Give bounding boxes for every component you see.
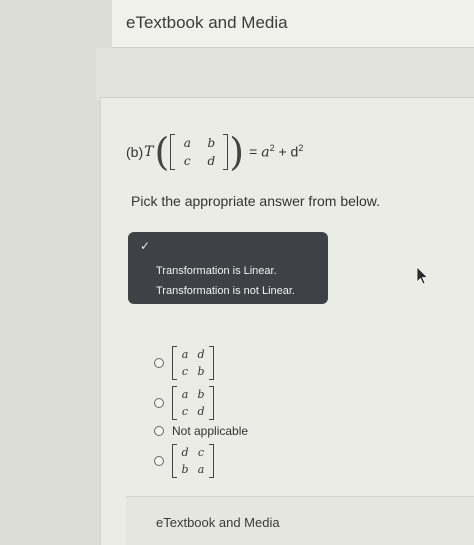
answer-option-3[interactable]: Not applicable — [154, 424, 248, 438]
input-matrix: a b c d — [170, 134, 229, 170]
answer-option-4[interactable]: d c b a — [154, 444, 214, 478]
plus-sign: + — [278, 143, 287, 160]
matrix-entry: a — [181, 348, 189, 361]
matrix-entry: d — [197, 348, 205, 361]
exponent: 2 — [298, 143, 304, 154]
rhs-a: a — [261, 144, 270, 161]
answer-option-2[interactable]: a b c d — [154, 386, 214, 420]
radio-button[interactable] — [154, 358, 164, 368]
option-matrix: a d c b — [172, 346, 214, 380]
dropdown-option-linear[interactable]: Transformation is Linear. — [156, 265, 277, 277]
matrix-entry: d — [181, 446, 189, 459]
header-title: eTextbook and Media — [126, 13, 288, 32]
radio-button[interactable] — [154, 426, 164, 436]
function-name: T — [144, 144, 154, 160]
matrix-entry: a — [197, 463, 205, 476]
matrix-entry: a — [183, 136, 191, 150]
check-icon: ✓ — [140, 239, 151, 253]
dropdown-option-not-linear[interactable]: Transformation is not Linear. — [156, 285, 295, 297]
question-statement: (b) T ( a b c d ) = a2 + d2 — [126, 130, 303, 174]
matrix-entry: b — [181, 463, 189, 476]
radio-button[interactable] — [154, 456, 164, 466]
option-matrix: a b c d — [172, 386, 214, 420]
right-paren: ) — [229, 130, 245, 174]
matrix-entry: b — [197, 388, 205, 401]
radio-button[interactable] — [154, 398, 164, 408]
footer-title: eTextbook and Media — [156, 515, 280, 530]
mouse-cursor-icon — [416, 266, 429, 285]
answer-option-1[interactable]: a d c b — [154, 346, 214, 380]
equation-rhs: = a2 + d2 — [249, 143, 303, 161]
dropdown-menu: ✓ Transformation is Linear. Transformati… — [128, 232, 328, 304]
prompt-text: Pick the appropriate answer from below. — [131, 193, 381, 209]
matrix-entry: b — [207, 136, 216, 150]
equals-sign: = — [249, 143, 258, 160]
matrix-entry: d — [207, 154, 216, 168]
option-matrix: d c b a — [172, 444, 214, 478]
footer-card[interactable]: eTextbook and Media — [126, 496, 474, 545]
left-paren: ( — [154, 130, 170, 174]
matrix-entry: c — [183, 154, 191, 168]
header-card: eTextbook and Media — [112, 0, 474, 48]
question-label: (b) — [126, 144, 144, 160]
matrix-entry: c — [181, 405, 189, 418]
exponent: 2 — [269, 143, 275, 154]
matrix-entry: c — [197, 446, 205, 459]
matrix-entry: c — [181, 365, 189, 378]
matrix-entry: d — [197, 405, 205, 418]
section-gap — [96, 48, 474, 100]
matrix-entry: b — [197, 365, 205, 378]
matrix-entry: a — [181, 388, 189, 401]
not-applicable-label: Not applicable — [172, 424, 249, 438]
